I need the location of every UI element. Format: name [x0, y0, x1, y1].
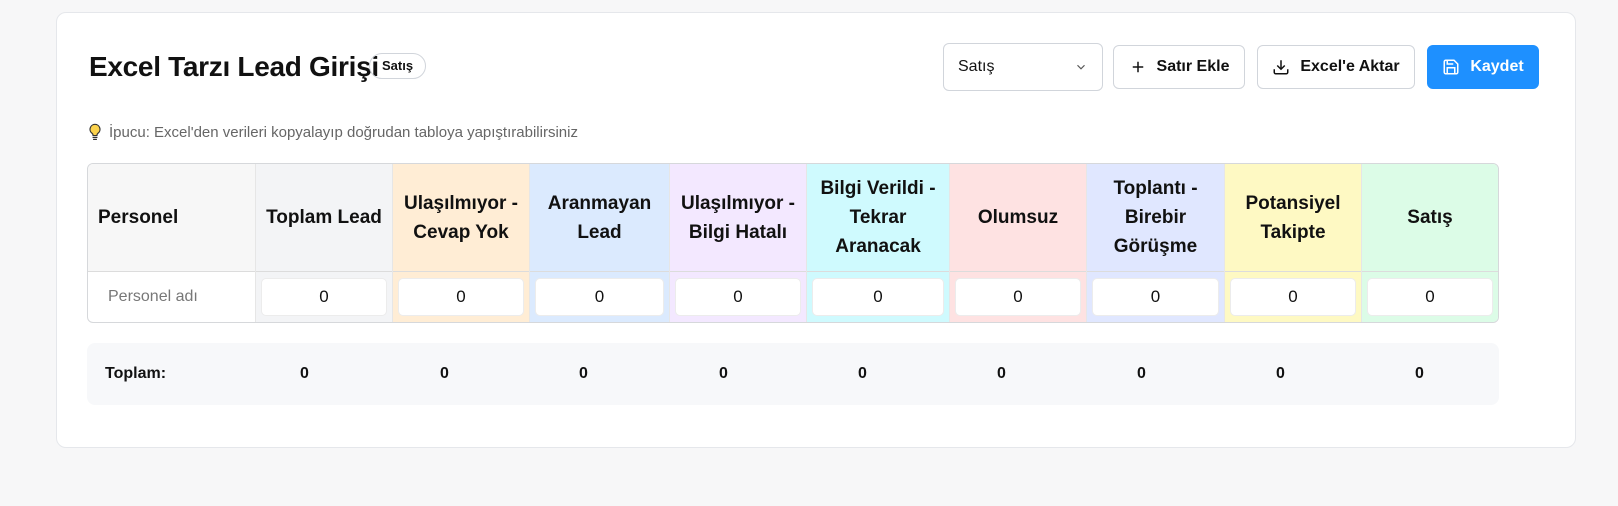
- column-header: Satış: [1362, 164, 1498, 272]
- total-value: 0: [858, 365, 867, 382]
- cell-input[interactable]: 0: [955, 278, 1081, 316]
- add-row-label: Satır Ekle: [1156, 58, 1230, 75]
- save-button[interactable]: Kaydet: [1427, 45, 1539, 89]
- chevron-down-icon: [1077, 64, 1085, 70]
- column-header: Ulaşılmıyor - Cevap Yok: [393, 164, 529, 272]
- column-olumsuz: Olumsuz 0: [950, 164, 1087, 322]
- total-value: 0: [1276, 365, 1285, 382]
- column-header: Toplantı - Birebir Görüşme: [1087, 164, 1224, 272]
- department-select[interactable]: Satış: [943, 43, 1103, 91]
- total-value: 0: [1137, 365, 1146, 382]
- column-header: Personel: [88, 164, 255, 272]
- page-title: Excel Tarzı Lead Girişi: [89, 51, 379, 82]
- column-toplam-lead: Toplam Lead 0: [256, 164, 393, 322]
- column-bilgi-verildi: Bilgi Verildi - Tekrar Aranacak 0: [807, 164, 950, 322]
- department-select-value: Satış: [958, 58, 995, 75]
- personnel-name-input[interactable]: Personel adı: [88, 272, 255, 322]
- total-value: 0: [300, 365, 309, 382]
- cell-input[interactable]: 0: [261, 278, 387, 316]
- total-value: 0: [719, 365, 728, 382]
- cell-input[interactable]: 0: [398, 278, 524, 316]
- add-row-button[interactable]: Satır Ekle: [1113, 45, 1245, 89]
- lead-table: Personel Personel adı Toplam Lead 0 Ulaş…: [87, 163, 1499, 323]
- column-ulasilmiyor-bilgi-hatali: Ulaşılmıyor - Bilgi Hatalı 0: [670, 164, 807, 322]
- total-value: 0: [579, 365, 588, 382]
- column-header: Aranmayan Lead: [530, 164, 669, 272]
- column-personel: Personel Personel adı: [88, 164, 256, 322]
- cell-input[interactable]: 0: [1092, 278, 1219, 316]
- column-header: Toplam Lead: [256, 164, 392, 272]
- plus-icon: [1132, 61, 1143, 73]
- export-excel-button[interactable]: Excel'e Aktar: [1257, 45, 1415, 89]
- save-icon: [1443, 59, 1459, 75]
- hint-text: İpucu: Excel'den verileri kopyalayıp doğ…: [87, 123, 578, 141]
- column-header: Olumsuz: [950, 164, 1086, 272]
- totals-label: Toplam:: [105, 365, 167, 382]
- total-value: 0: [440, 365, 449, 382]
- totals-row: Toplam: 0 0 0 0 0 0 0 0 0: [87, 343, 1499, 405]
- cell-input[interactable]: 0: [1367, 278, 1493, 316]
- export-excel-label: Excel'e Aktar: [1300, 58, 1400, 75]
- lightbulb-icon: [89, 123, 101, 140]
- column-ulasilmiyor-cevap-yok: Ulaşılmıyor - Cevap Yok 0: [393, 164, 530, 322]
- column-header: Bilgi Verildi - Tekrar Aranacak: [807, 164, 949, 272]
- cell-input[interactable]: 0: [675, 278, 801, 316]
- download-icon: [1273, 60, 1289, 75]
- hint-label: İpucu: Excel'den verileri kopyalayıp doğ…: [109, 123, 578, 141]
- column-header: Potansiyel Takipte: [1225, 164, 1361, 272]
- save-label: Kaydet: [1470, 58, 1524, 75]
- column-toplanti-birebir: Toplantı - Birebir Görüşme 0: [1087, 164, 1225, 322]
- lead-entry-card: Excel Tarzı Lead Girişi Satış Satış Satı…: [56, 12, 1576, 448]
- column-potansiyel-takipte: Potansiyel Takipte 0: [1225, 164, 1362, 322]
- total-value: 0: [997, 365, 1006, 382]
- column-satis: Satış 0: [1362, 164, 1498, 322]
- total-value: 0: [1415, 365, 1424, 382]
- cell-input[interactable]: 0: [1230, 278, 1356, 316]
- cell-input[interactable]: 0: [535, 278, 664, 316]
- department-badge: Satış: [369, 53, 427, 79]
- column-header: Ulaşılmıyor - Bilgi Hatalı: [670, 164, 806, 272]
- cell-input[interactable]: 0: [812, 278, 944, 316]
- column-aranmayan-lead: Aranmayan Lead 0: [530, 164, 670, 322]
